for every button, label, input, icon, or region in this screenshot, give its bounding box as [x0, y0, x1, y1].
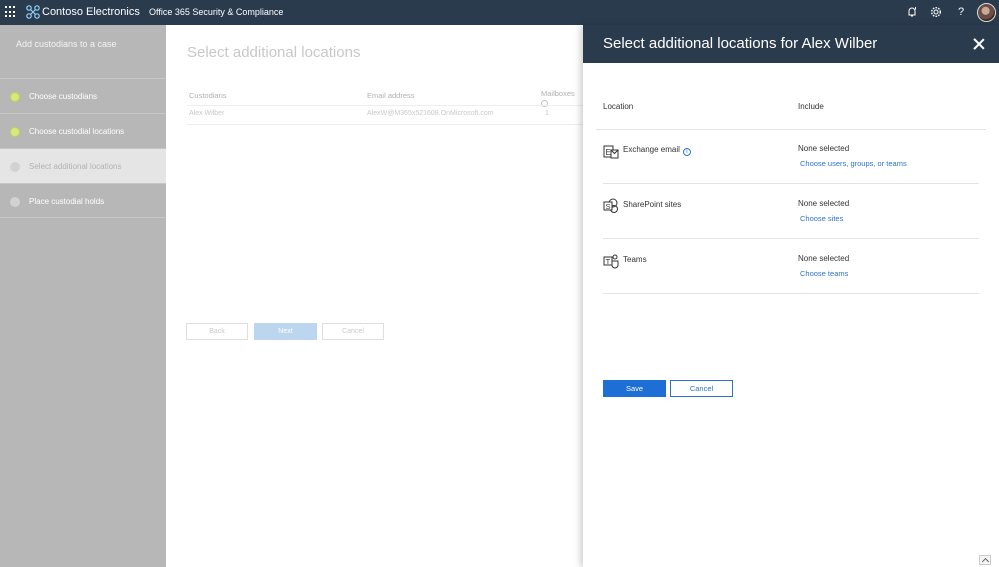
page-title: Select additional locations — [187, 44, 361, 61]
divider — [603, 293, 979, 294]
divider — [603, 238, 979, 239]
waffle-icon[interactable] — [5, 6, 17, 18]
location-teams: Teams — [623, 255, 647, 264]
svg-text:T: T — [606, 257, 611, 266]
selection-status: None selected — [798, 144, 850, 153]
info-icon[interactable]: i — [682, 148, 691, 156]
svg-text:E: E — [606, 148, 611, 157]
top-bar: Contoso Electronics Office 365 Security … — [0, 0, 999, 25]
column-header-location: Location — [603, 102, 634, 111]
step-place-custodial-holds[interactable]: Place custodial holds — [0, 183, 166, 218]
save-button[interactable]: Save — [603, 380, 666, 397]
table-divider — [187, 105, 583, 106]
cell-mailboxes: 1 — [545, 110, 549, 117]
table-divider — [187, 124, 583, 125]
step-current-icon — [10, 162, 20, 172]
step-choose-custodians[interactable]: Choose custodians — [0, 78, 166, 113]
divider — [596, 129, 986, 130]
wizard-steps-nav: Add custodians to a case Choose custodia… — [0, 25, 166, 567]
gear-icon[interactable] — [928, 4, 944, 20]
cell-custodian[interactable]: Alex Wilber — [189, 110, 224, 117]
cancel-button[interactable]: Cancel — [670, 380, 733, 397]
exchange-icon: E — [603, 145, 619, 159]
column-header-custodians[interactable]: Custodians — [189, 91, 227, 100]
choose-sites-link[interactable]: Choose sites — [800, 214, 843, 223]
brand-logo-icon — [26, 5, 40, 19]
scroll-to-top-button[interactable] — [979, 555, 991, 565]
back-button[interactable]: Back — [186, 323, 248, 340]
cell-email: AlexW@M365x521608.OnMicrosoft.com — [367, 110, 494, 117]
bell-icon[interactable] — [904, 4, 920, 20]
main-content: Select additional locations Custodians E… — [166, 25, 583, 567]
wizard-title: Add custodians to a case — [16, 39, 117, 49]
sharepoint-icon: S — [603, 198, 618, 213]
location-label: Exchange email — [623, 145, 680, 154]
column-header-email[interactable]: Email address — [367, 91, 415, 100]
step-label: Select additional locations — [29, 162, 122, 171]
location-exchange-email: Exchange email i — [623, 145, 691, 156]
step-pending-icon — [10, 197, 20, 207]
selection-status: None selected — [798, 254, 850, 263]
location-sharepoint-sites: SharePoint sites — [623, 200, 682, 209]
step-label: Choose custodians — [29, 92, 98, 101]
next-button[interactable]: Next — [254, 323, 317, 340]
additional-locations-panel: Select additional locations for Alex Wil… — [583, 25, 999, 567]
column-header-include: Include — [798, 102, 824, 111]
step-label: Place custodial holds — [29, 197, 105, 206]
app-name[interactable]: Office 365 Security & Compliance — [149, 6, 283, 19]
selection-status: None selected — [798, 199, 850, 208]
step-complete-icon — [10, 127, 20, 137]
teams-icon: T — [603, 254, 619, 269]
choose-users-groups-teams-link[interactable]: Choose users, groups, or teams — [800, 159, 907, 168]
panel-title: Select additional locations for Alex Wil… — [603, 35, 878, 52]
help-icon[interactable]: ? — [953, 4, 969, 20]
step-complete-icon — [10, 92, 20, 102]
close-icon[interactable] — [973, 38, 984, 49]
column-header-label: Mailboxes — [541, 89, 575, 98]
svg-text:S: S — [606, 202, 611, 211]
wizard-cancel-button[interactable]: Cancel — [322, 323, 384, 340]
choose-teams-link[interactable]: Choose teams — [800, 269, 848, 278]
divider — [603, 183, 979, 184]
brand-name[interactable]: Contoso Electronics — [42, 5, 140, 19]
panel-header: Select additional locations for Alex Wil… — [583, 25, 999, 63]
step-choose-custodial-locations[interactable]: Choose custodial locations — [0, 113, 166, 148]
step-label: Choose custodial locations — [29, 127, 125, 136]
avatar[interactable] — [977, 3, 996, 22]
step-select-additional-locations[interactable]: Select additional locations — [0, 148, 166, 183]
